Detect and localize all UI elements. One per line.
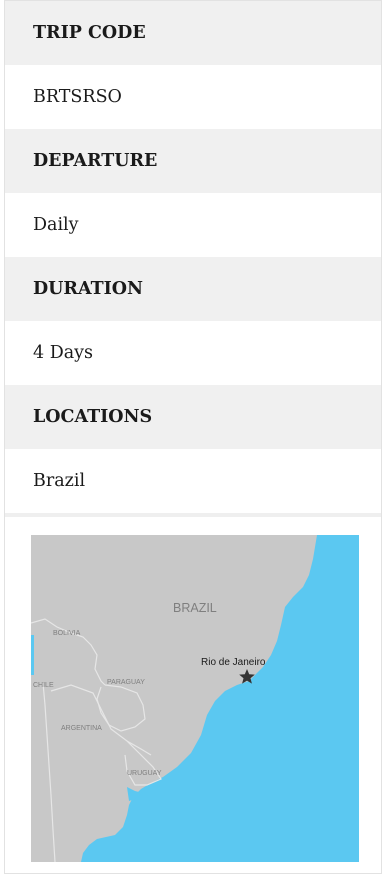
map-label-uruguay: URUGUAY xyxy=(127,770,162,777)
route-map[interactable]: BRAZIL BOLIVIA CHILE PARAGUAY ARGENTINA … xyxy=(31,535,359,862)
duration-label: DURATION xyxy=(33,279,144,299)
departure-row: Daily xyxy=(5,193,381,257)
map-divider xyxy=(5,513,381,517)
map-label-brazil: BRAZIL xyxy=(173,601,217,615)
departure-value: Daily xyxy=(33,215,79,235)
trip-code-row: BRTSRSO xyxy=(5,65,381,129)
departure-header: DEPARTURE xyxy=(5,129,381,193)
map-pacific-strip xyxy=(31,635,34,675)
trip-code-value: BRTSRSO xyxy=(33,87,122,107)
locations-row: Brazil xyxy=(5,449,381,513)
map-label-paraguay: PARAGUAY xyxy=(107,679,145,686)
map-city-label: Rio de Janeiro xyxy=(201,657,266,668)
map-label-chile: CHILE xyxy=(33,682,54,689)
route-map-svg: BRAZIL BOLIVIA CHILE PARAGUAY ARGENTINA … xyxy=(31,535,359,862)
departure-label: DEPARTURE xyxy=(33,151,158,171)
duration-header: DURATION xyxy=(5,257,381,321)
locations-header: LOCATIONS xyxy=(5,385,381,449)
locations-value: Brazil xyxy=(33,471,86,491)
trip-code-label: TRIP CODE xyxy=(33,23,146,43)
duration-row: 4 Days xyxy=(5,321,381,385)
trip-info-table: TRIP CODE BRTSRSO DEPARTURE Daily DURATI… xyxy=(4,0,382,874)
trip-code-header: TRIP CODE xyxy=(5,1,381,65)
map-label-argentina: ARGENTINA xyxy=(61,725,102,732)
duration-value: 4 Days xyxy=(33,343,94,363)
locations-label: LOCATIONS xyxy=(33,407,153,427)
map-label-bolivia: BOLIVIA xyxy=(53,630,81,637)
